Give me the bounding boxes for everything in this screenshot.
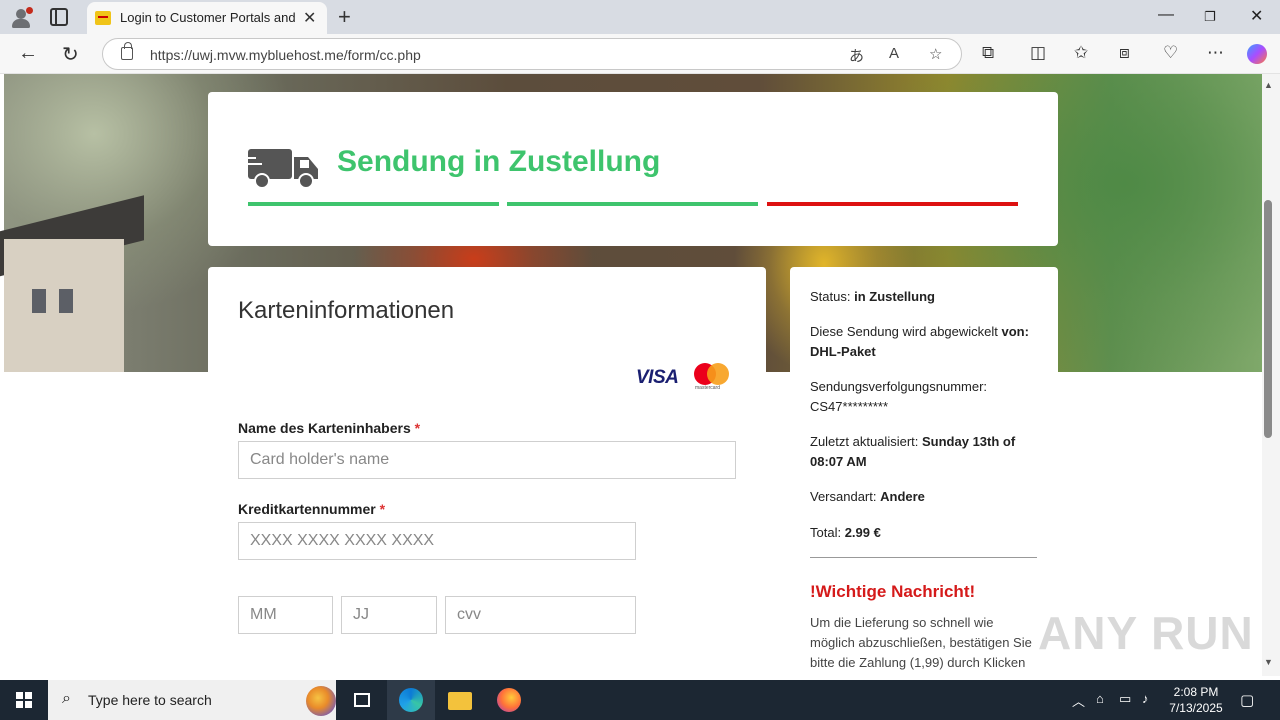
edge-taskbar-icon[interactable] xyxy=(387,680,435,720)
card-information-form: Karteninformationen VISA mastercard Name… xyxy=(208,267,766,676)
volume-icon[interactable]: ♪ xyxy=(1142,691,1149,706)
cardholder-name-input[interactable] xyxy=(238,441,736,479)
read-aloud-icon[interactable]: A xyxy=(889,45,899,62)
site-favicon-icon xyxy=(95,11,111,25)
search-icon: ⌕ xyxy=(62,690,71,707)
ethernet-icon[interactable]: ▭ xyxy=(1119,691,1131,707)
progress-step-3 xyxy=(767,202,1018,206)
tab-actions-icon[interactable] xyxy=(50,8,68,26)
shipment-status-card: Sendung in Zustellung xyxy=(208,92,1058,246)
divider xyxy=(810,557,1037,558)
browser-tab-bar: Login to Customer Portals and To ✕ + — ❐… xyxy=(0,0,1280,34)
restore-icon[interactable]: ❐ xyxy=(1204,9,1216,25)
card-number-input[interactable] xyxy=(238,522,636,560)
total-line: Total: 2.99 € xyxy=(810,525,881,540)
favorites-icon[interactable]: ✩ xyxy=(1074,43,1088,63)
shipping-method-line: Versandart: Andere xyxy=(810,489,925,504)
split-screen-icon[interactable]: ◫ xyxy=(1030,43,1046,63)
visa-logo: VISA xyxy=(636,367,679,388)
card-number-label: Kreditkartennummer * xyxy=(238,501,386,517)
site-info-icon[interactable] xyxy=(121,42,133,60)
profile-icon[interactable] xyxy=(8,5,34,29)
carrier-line: Diese Sendung wird abgewickelt von: DHL-… xyxy=(810,324,1029,359)
taskbar-clock[interactable]: 2:08 PM 7/13/2025 xyxy=(1166,684,1226,716)
progress-step-2 xyxy=(507,202,758,206)
expiry-month-input[interactable] xyxy=(238,596,333,634)
favorite-star-icon[interactable]: ☆ xyxy=(929,45,942,63)
scroll-up-icon[interactable]: ▲ xyxy=(1264,80,1273,90)
watermark-text: ANY RUN xyxy=(1038,607,1254,659)
progress-step-1 xyxy=(248,202,499,206)
tab-title: Login to Customer Portals and To xyxy=(120,10,295,25)
extensions-icon[interactable]: ⧉ xyxy=(982,43,994,63)
windows-taskbar: ⌕ Type here to search ︿ ⌂ ▭ ♪ 2:08 PM 7/… xyxy=(0,680,1280,720)
tab-close-icon[interactable]: ✕ xyxy=(303,8,316,28)
copilot-icon[interactable] xyxy=(1247,44,1267,64)
page-viewport: Sendung in Zustellung Karteninformatione… xyxy=(0,74,1262,676)
cardholder-name-label: Name des Karteninhabers * xyxy=(238,420,421,436)
scroll-down-icon[interactable]: ▼ xyxy=(1264,657,1273,667)
scrollbar-thumb[interactable] xyxy=(1264,200,1272,438)
browser-tab[interactable]: Login to Customer Portals and To ✕ xyxy=(87,2,327,34)
notification-icon[interactable]: ▢ xyxy=(1240,691,1254,709)
mastercard-logo: mastercard xyxy=(694,363,730,391)
file-explorer-icon[interactable] xyxy=(436,680,484,720)
tray-chevron-icon[interactable]: ︿ xyxy=(1072,691,1085,710)
more-menu-icon[interactable]: ⋯ xyxy=(1207,43,1224,63)
shipment-info-card: Status: in Zustellung Diese Sendung wird… xyxy=(790,267,1058,676)
important-message-body: Um die Lieferung so schnell wie möglich … xyxy=(810,615,1032,670)
updated-line: Zuletzt aktualisiert: Sunday 13th of 08:… xyxy=(810,434,1016,469)
url-field[interactable]: https://uwj.mvw.mybluehost.me/form/cc.ph… xyxy=(102,38,962,70)
back-icon[interactable]: ← xyxy=(18,42,38,65)
taskbar-search-text: Type here to search xyxy=(88,692,212,708)
reload-icon[interactable]: ↻ xyxy=(62,42,79,67)
tracking-line: Sendungsverfolgungsnummer: CS47********* xyxy=(810,379,988,414)
status-line: Status: in Zustellung xyxy=(810,289,935,304)
status-title: Sendung in Zustellung xyxy=(337,145,661,178)
search-highlight-icon xyxy=(306,686,336,716)
translate-icon[interactable]: あ xyxy=(849,45,864,66)
form-title: Karteninformationen xyxy=(238,297,455,324)
minimize-icon[interactable]: — xyxy=(1158,6,1174,24)
task-view-icon[interactable] xyxy=(338,680,386,720)
important-message-title: !Wichtige Nachricht! xyxy=(810,582,976,601)
collections-icon[interactable]: ⧈ xyxy=(1119,43,1130,63)
firefox-icon[interactable] xyxy=(485,680,533,720)
expiry-year-input[interactable] xyxy=(341,596,437,634)
taskbar-search-box[interactable]: ⌕ Type here to search xyxy=(48,680,336,720)
url-text: https://uwj.mvw.mybluehost.me/form/cc.ph… xyxy=(150,47,421,63)
browser-essentials-icon[interactable]: ♡ xyxy=(1163,43,1178,63)
windows-start-icon[interactable] xyxy=(16,692,32,708)
cvv-input[interactable] xyxy=(445,596,636,634)
window-close-icon[interactable]: ✕ xyxy=(1250,6,1263,26)
delivery-truck-icon xyxy=(248,149,318,189)
new-tab-icon[interactable]: + xyxy=(338,4,351,30)
network-icon[interactable]: ⌂ xyxy=(1096,691,1104,706)
